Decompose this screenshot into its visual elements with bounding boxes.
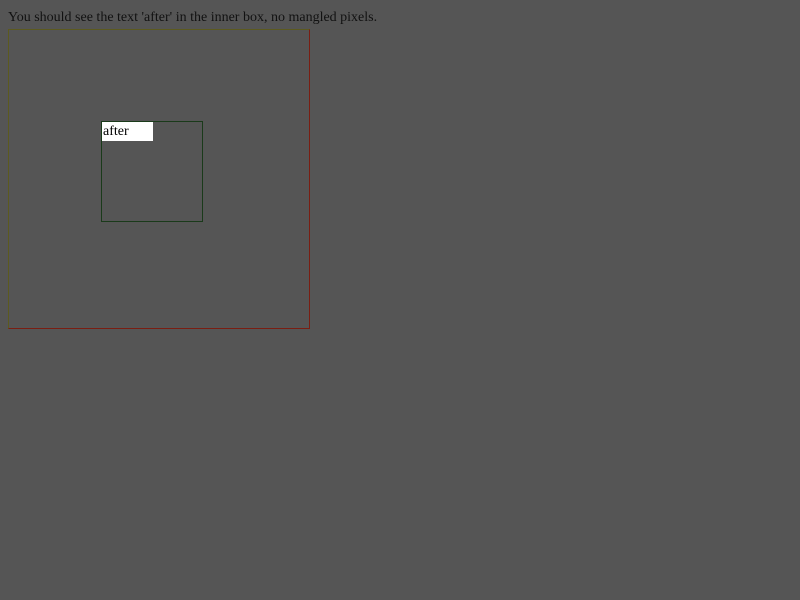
outer-box: after <box>8 29 310 329</box>
instruction-text: You should see the text 'after' in the i… <box>8 10 378 25</box>
inner-box-text: after <box>102 122 153 141</box>
inner-box: after <box>101 121 203 222</box>
